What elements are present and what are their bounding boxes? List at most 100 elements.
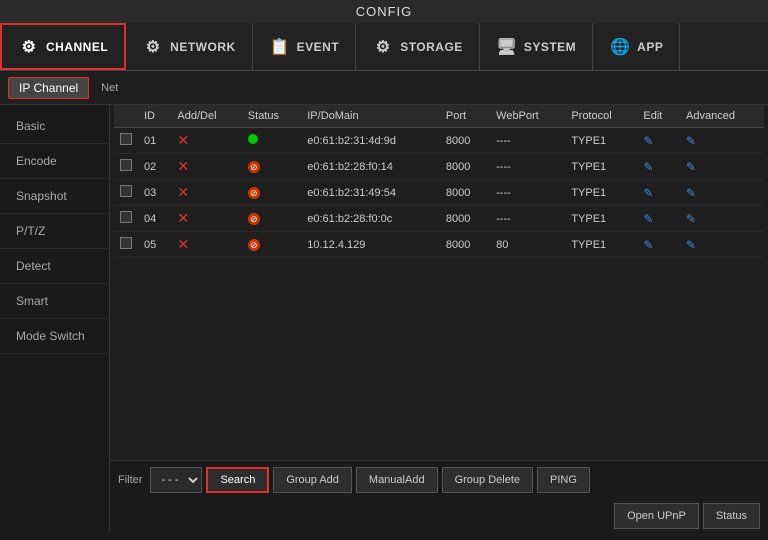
sidebar-snapshot[interactable]: Snapshot xyxy=(0,179,109,214)
cell-id: 05 xyxy=(138,232,171,258)
cell-ip: e0:61:b2:28:f0:0c xyxy=(301,206,440,232)
system-icon: 🖥 xyxy=(496,36,518,58)
edit-icon[interactable]: ✎ xyxy=(643,186,653,200)
nav-app[interactable]: 🌐 APP xyxy=(593,23,680,70)
col-id: ID xyxy=(138,105,171,128)
nav-system-label: SYSTEM xyxy=(524,40,576,54)
row-checkbox[interactable] xyxy=(120,159,132,171)
cell-add-del[interactable]: ✕ xyxy=(171,232,241,258)
nav-event[interactable]: 📋 EVENT xyxy=(253,23,357,70)
cell-protocol: TYPE1 xyxy=(565,154,637,180)
col-checkbox xyxy=(114,105,138,128)
sidebar-smart[interactable]: Smart xyxy=(0,284,109,319)
channel-icon: ⚙ xyxy=(18,36,40,58)
advanced-icon[interactable]: ✎ xyxy=(686,160,696,174)
content-area: ID Add/Del Status IP/DoMain Port WebPort… xyxy=(110,105,768,533)
cell-status: ⊘ xyxy=(242,180,301,206)
sidebar-encode[interactable]: Encode xyxy=(0,144,109,179)
cell-edit[interactable]: ✎ xyxy=(637,206,680,232)
ping-button[interactable]: PING xyxy=(537,467,590,493)
manual-add-button[interactable]: ManualAdd xyxy=(356,467,438,493)
cell-ip: e0:61:b2:31:4d:9d xyxy=(301,128,440,154)
cell-protocol: TYPE1 xyxy=(565,180,637,206)
nav-channel[interactable]: ⚙ CHANNEL xyxy=(0,23,126,70)
cell-advanced[interactable]: ✎ xyxy=(680,154,764,180)
nav-system[interactable]: 🖥 SYSTEM xyxy=(480,23,593,70)
cell-advanced[interactable]: ✎ xyxy=(680,128,764,154)
sidebar-ptz[interactable]: P/T/Z xyxy=(0,214,109,249)
edit-icon[interactable]: ✎ xyxy=(643,212,653,226)
cell-id: 02 xyxy=(138,154,171,180)
status-red-circle: ⊘ xyxy=(248,187,260,199)
edit-icon[interactable]: ✎ xyxy=(643,238,653,252)
top-nav: ⚙ CHANNEL ⚙ NETWORK 📋 EVENT ⚙ STORAGE 🖥 … xyxy=(0,23,768,71)
cell-advanced[interactable]: ✎ xyxy=(680,232,764,258)
subnav-ip-channel[interactable]: IP Channel xyxy=(8,77,89,99)
cell-edit[interactable]: ✎ xyxy=(637,154,680,180)
advanced-icon[interactable]: ✎ xyxy=(686,186,696,200)
storage-icon: ⚙ xyxy=(372,36,394,58)
row-checkbox[interactable] xyxy=(120,237,132,249)
group-add-button[interactable]: Group Add xyxy=(273,467,352,493)
search-button[interactable]: Search xyxy=(206,467,269,493)
col-ip: IP/DoMain xyxy=(301,105,440,128)
cell-advanced[interactable]: ✎ xyxy=(680,206,764,232)
table-row: 03✕⊘e0:61:b2:31:49:548000----TYPE1✎✎ xyxy=(114,180,764,206)
col-status: Status xyxy=(242,105,301,128)
advanced-icon[interactable]: ✎ xyxy=(686,238,696,252)
nav-storage-label: STORAGE xyxy=(400,40,463,54)
status-red-circle: ⊘ xyxy=(248,239,260,251)
sidebar-mode-switch[interactable]: Mode Switch xyxy=(0,319,109,354)
cell-add-del[interactable]: ✕ xyxy=(171,180,241,206)
cell-status: ⊘ xyxy=(242,154,301,180)
status-button[interactable]: Status xyxy=(703,503,760,529)
title-bar: CONFIG xyxy=(0,0,768,23)
status-red-circle: ⊘ xyxy=(248,161,260,173)
net-label: Net xyxy=(101,82,118,94)
cell-webport: ---- xyxy=(490,206,565,232)
cell-port: 8000 xyxy=(440,232,490,258)
cell-port: 8000 xyxy=(440,154,490,180)
cell-ip: e0:61:b2:28:f0:14 xyxy=(301,154,440,180)
row-checkbox[interactable] xyxy=(120,133,132,145)
nav-network[interactable]: ⚙ NETWORK xyxy=(126,23,253,70)
cell-edit[interactable]: ✎ xyxy=(637,180,680,206)
cell-edit[interactable]: ✎ xyxy=(637,232,680,258)
cell-ip: e0:61:b2:31:49:54 xyxy=(301,180,440,206)
status-red-circle: ⊘ xyxy=(248,213,260,225)
nav-channel-label: CHANNEL xyxy=(46,40,108,54)
cell-add-del[interactable]: ✕ xyxy=(171,154,241,180)
table-row: 02✕⊘e0:61:b2:28:f0:148000----TYPE1✎✎ xyxy=(114,154,764,180)
filter-select[interactable]: - - - xyxy=(150,467,202,493)
sidebar-detect[interactable]: Detect xyxy=(0,249,109,284)
advanced-icon[interactable]: ✎ xyxy=(686,134,696,148)
status-green-dot xyxy=(248,134,258,144)
group-delete-button[interactable]: Group Delete xyxy=(442,467,533,493)
device-table: ID Add/Del Status IP/DoMain Port WebPort… xyxy=(114,105,764,258)
row-checkbox[interactable] xyxy=(120,185,132,197)
cell-port: 8000 xyxy=(440,180,490,206)
cell-id: 01 xyxy=(138,128,171,154)
edit-icon[interactable]: ✎ xyxy=(643,160,653,174)
row-checkbox[interactable] xyxy=(120,211,132,223)
bottom-toolbar-wrapper: Filter - - - Search Group Add ManualAdd … xyxy=(110,460,768,533)
open-upnp-button[interactable]: Open UPnP xyxy=(614,503,699,529)
cell-advanced[interactable]: ✎ xyxy=(680,180,764,206)
cell-webport: ---- xyxy=(490,128,565,154)
cell-add-del[interactable]: ✕ xyxy=(171,128,241,154)
col-edit: Edit xyxy=(637,105,680,128)
cell-protocol: TYPE1 xyxy=(565,206,637,232)
cell-webport: 80 xyxy=(490,232,565,258)
cell-ip: 10.12.4.129 xyxy=(301,232,440,258)
cell-add-del[interactable]: ✕ xyxy=(171,206,241,232)
nav-storage[interactable]: ⚙ STORAGE xyxy=(356,23,480,70)
advanced-icon[interactable]: ✎ xyxy=(686,212,696,226)
col-add-del: Add/Del xyxy=(171,105,241,128)
cell-port: 8000 xyxy=(440,206,490,232)
sidebar-basic[interactable]: Basic xyxy=(0,109,109,144)
nav-event-label: EVENT xyxy=(297,40,340,54)
cell-edit[interactable]: ✎ xyxy=(637,128,680,154)
col-advanced: Advanced xyxy=(680,105,764,128)
cell-webport: ---- xyxy=(490,180,565,206)
edit-icon[interactable]: ✎ xyxy=(643,134,653,148)
